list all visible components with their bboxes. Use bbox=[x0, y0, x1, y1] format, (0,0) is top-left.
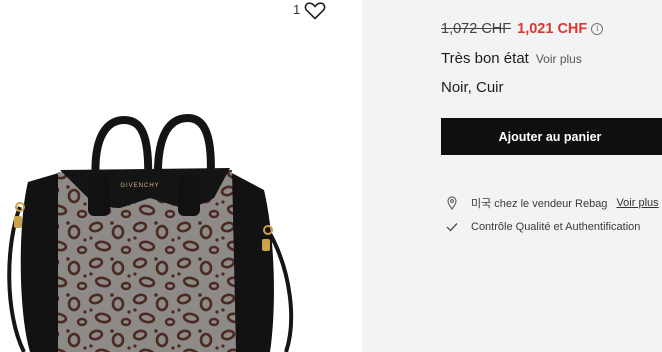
seller-see-more-link[interactable]: Voir plus bbox=[616, 197, 658, 209]
favorite-control[interactable]: 1 bbox=[293, 2, 326, 20]
condition-label: Très bon état bbox=[441, 50, 529, 67]
info-circle-icon[interactable]: i bbox=[591, 23, 604, 35]
original-price: 1,072 CHF bbox=[441, 21, 512, 37]
product-image: GIVENCHY bbox=[7, 113, 294, 352]
sale-price: 1,021 CHF bbox=[517, 21, 588, 37]
checkmark-icon bbox=[444, 222, 460, 232]
seller-location-row: 미국 chez le vendeur Rebag Voir plus bbox=[444, 195, 659, 211]
quality-check-text: Contrôle Qualité et Authentification bbox=[471, 221, 641, 233]
condition-see-more-link[interactable]: Voir plus bbox=[536, 52, 582, 66]
product-details-panel: 1,072 CHF 1,021 CHF i Très bon état Voir… bbox=[362, 0, 662, 352]
color-material-label: Noir, Cuir bbox=[441, 79, 504, 96]
quality-check-row: Contrôle Qualité et Authentification bbox=[444, 221, 640, 233]
price-row: 1,072 CHF 1,021 CHF i bbox=[441, 21, 604, 37]
favorite-count: 1 bbox=[293, 2, 301, 17]
brand-logo-text: GIVENCHY bbox=[120, 183, 159, 189]
add-to-cart-button[interactable]: Ajouter au panier bbox=[441, 118, 662, 155]
seller-location-text: 미국 chez le vendeur Rebag bbox=[471, 198, 608, 210]
location-pin-icon bbox=[444, 196, 460, 210]
heart-outline-icon[interactable] bbox=[304, 2, 326, 20]
condition-row: Très bon état Voir plus bbox=[441, 50, 582, 67]
product-image-gallery[interactable]: 1 GIVENCHY bbox=[0, 0, 362, 352]
